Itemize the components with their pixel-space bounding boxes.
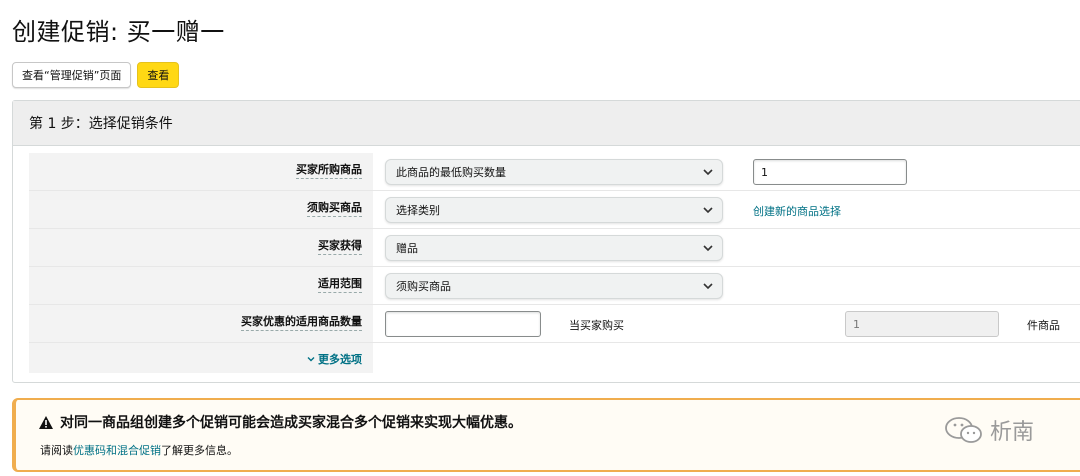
required-item-select[interactable]: 选择类别 — [385, 197, 723, 223]
select-value: 赠品 — [396, 242, 418, 255]
conditions-form: 买家所购商品 此商品的最低购买数量 1 须购买商品 选择类别 创建新的商品选择 … — [29, 153, 1080, 373]
chevron-down-icon — [703, 245, 713, 252]
select-value: 此商品的最低购买数量 — [396, 166, 506, 179]
label-cell: 买家所购商品 — [29, 153, 373, 190]
view-button[interactable]: 查看 — [137, 62, 180, 88]
form-row-buyer-gets: 买家获得 赠品 — [29, 229, 1080, 267]
label-cell: 买家优惠的适用商品数量 — [29, 305, 373, 342]
select-value: 选择类别 — [396, 204, 440, 217]
alert-title-text: 对同一商品组创建多个促销可能会造成买家混合多个促销来实现大幅优惠。 — [60, 415, 522, 431]
form-row-discount-qty: 买家优惠的适用商品数量 当买家购买 1 件商品 — [29, 305, 1080, 343]
scope-label: 适用范围 — [318, 275, 362, 293]
form-row-buyer-purchase: 买家所购商品 此商品的最低购买数量 1 — [29, 153, 1080, 191]
watermark: 析南 — [944, 414, 1034, 446]
buyer-purchase-label: 买家所购商品 — [296, 161, 362, 179]
when-buyer-buys-text: 当买家购买 — [569, 319, 624, 332]
buyer-gets-select[interactable]: 赠品 — [385, 235, 723, 261]
wechat-icon — [945, 417, 982, 443]
page-title: 创建促销: 买一赠一 — [12, 18, 225, 46]
buy-quantity-input: 1 — [845, 311, 999, 337]
label-cell: 须购买商品 — [29, 191, 373, 228]
required-item-label: 须购买商品 — [307, 199, 362, 217]
label-cell: 适用范围 — [29, 267, 373, 304]
step-header: 第 1 步：选择促销条件 — [13, 101, 1080, 146]
warning-icon — [39, 415, 53, 429]
chevron-down-icon — [703, 169, 713, 176]
form-row-required-item: 须购买商品 选择类别 创建新的商品选择 — [29, 191, 1080, 229]
form-row-scope: 适用范围 须购买商品 — [29, 267, 1080, 305]
label-cell: 更多选项 — [29, 343, 373, 373]
alert-body-prefix: 请阅读 — [40, 444, 73, 457]
more-options-label: 更多选项 — [318, 353, 362, 366]
select-value: 须购买商品 — [396, 280, 451, 293]
watermark-text: 析南 — [990, 420, 1035, 445]
view-manage-promotions-button[interactable]: 查看“管理促销”页面 — [12, 62, 132, 88]
discount-qty-input[interactable] — [385, 311, 541, 337]
label-cell: 买家获得 — [29, 229, 373, 266]
alert-body-suffix: 了解更多信息。 — [161, 444, 238, 457]
alert-body: 请阅读优惠码和混合促销了解更多信息。 — [40, 442, 238, 458]
unit-text: 件商品 — [1027, 319, 1060, 332]
step-panel: 第 1 步：选择促销条件 买家所购商品 此商品的最低购买数量 1 须购买商品 选… — [12, 100, 1080, 383]
more-options-link[interactable]: 更多选项 — [307, 351, 362, 367]
chevron-down-icon — [703, 283, 713, 290]
coupon-promotions-link[interactable]: 优惠码和混合促销 — [73, 444, 161, 457]
toolbar: 查看“管理促销”页面 查看 — [12, 62, 180, 88]
chevron-down-icon — [703, 207, 713, 214]
buyer-gets-label: 买家获得 — [318, 237, 362, 255]
buyer-purchase-select[interactable]: 此商品的最低购买数量 — [385, 159, 723, 185]
warning-alert: 对同一商品组创建多个促销可能会造成买家混合多个促销来实现大幅优惠。 请阅读优惠码… — [12, 398, 1080, 472]
chevron-down-icon — [307, 357, 315, 362]
min-quantity-input[interactable]: 1 — [753, 159, 907, 185]
alert-title: 对同一商品组创建多个促销可能会造成买家混合多个促销来实现大幅优惠。 — [38, 412, 522, 432]
create-selection-link[interactable]: 创建新的商品选择 — [753, 203, 841, 219]
form-row-more-options: 更多选项 — [29, 343, 1080, 373]
discount-qty-label: 买家优惠的适用商品数量 — [241, 313, 362, 331]
scope-select[interactable]: 须购买商品 — [385, 273, 723, 299]
